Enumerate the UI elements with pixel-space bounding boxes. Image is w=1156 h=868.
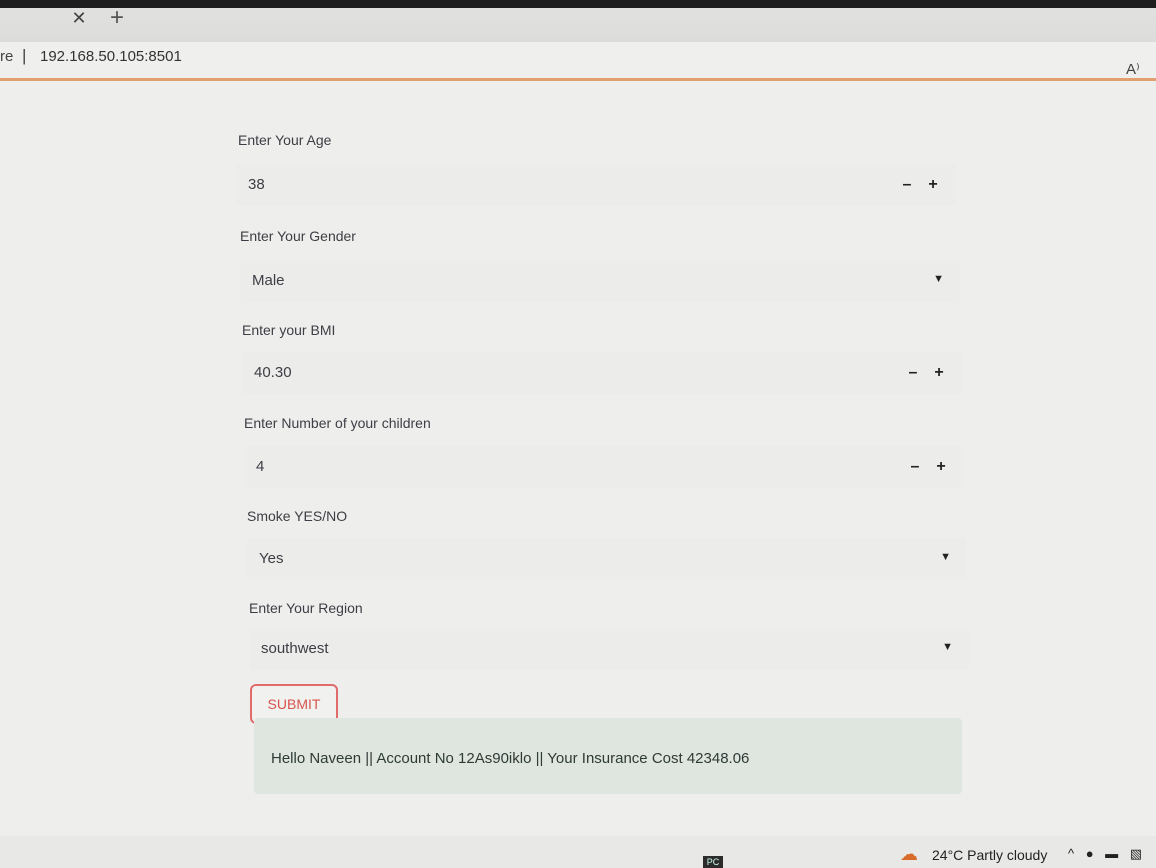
weather-icon[interactable]: ☁ <box>900 844 918 865</box>
result-message: Hello Naveen || Account No 12As90iklo ||… <box>271 750 750 767</box>
region-label: Enter Your Region <box>249 600 363 616</box>
smoker-label: Smoke YES/NO <box>247 508 348 524</box>
bmi-number-input[interactable]: 40.30 – + <box>242 352 962 394</box>
children-value[interactable]: 4 <box>256 458 264 475</box>
children-stepper[interactable]: – + <box>904 454 954 480</box>
browser-tab-bar: ✕ + <box>0 0 1156 42</box>
read-aloud-icon[interactable]: A⁾ <box>1126 60 1140 78</box>
bmi-increment-button[interactable]: + <box>928 360 950 386</box>
url-text[interactable]: 192.168.50.105:8501 <box>40 48 182 65</box>
gender-select[interactable]: Male ▼ <box>240 260 960 302</box>
bmi-decrement-button[interactable]: – <box>902 360 924 386</box>
pycharm-app-icon[interactable]: PC <box>703 856 723 868</box>
age-value[interactable]: 38 <box>248 176 265 193</box>
age-label: Enter Your Age <box>238 132 332 148</box>
age-stepper[interactable]: – + <box>896 172 946 198</box>
age-increment-button[interactable]: + <box>922 172 944 198</box>
children-increment-button[interactable]: + <box>930 454 952 480</box>
children-number-input[interactable]: 4 – + <box>244 446 964 488</box>
gender-value[interactable]: Male <box>252 272 285 289</box>
gender-label: Enter Your Gender <box>240 228 356 244</box>
region-value[interactable]: southwest <box>261 640 329 657</box>
loading-bar <box>0 78 1156 81</box>
smoker-select[interactable]: Yes ▼ <box>247 538 967 580</box>
chevron-down-icon[interactable]: ▼ <box>940 551 951 563</box>
weather-widget[interactable]: 24°C Partly cloudy <box>932 847 1047 863</box>
tab-bar-top-edge <box>0 0 1156 8</box>
bmi-label: Enter your BMI <box>242 322 336 338</box>
close-icon[interactable]: ✕ <box>70 8 88 28</box>
chevron-down-icon[interactable]: ▼ <box>933 273 944 285</box>
system-tray-icons[interactable]: ^ ● ▬ ▧ <box>1068 846 1146 862</box>
bmi-stepper[interactable]: – + <box>902 360 952 386</box>
address-separator: | <box>22 46 27 65</box>
children-decrement-button[interactable]: – <box>904 454 926 480</box>
plus-icon[interactable]: + <box>106 4 128 31</box>
address-partial-text: re <box>0 48 14 65</box>
bmi-value[interactable]: 40.30 <box>254 364 292 381</box>
result-message-box: Hello Naveen || Account No 12As90iklo ||… <box>254 718 962 794</box>
taskbar: PC ☁ 24°C Partly cloudy ^ ● ▬ ▧ <box>0 836 1156 868</box>
address-bar[interactable]: re | 192.168.50.105:8501 A⁾ <box>0 42 1156 80</box>
region-select[interactable]: southwest ▼ <box>249 628 969 670</box>
chevron-down-icon[interactable]: ▼ <box>942 641 953 653</box>
children-label: Enter Number of your children <box>244 415 431 431</box>
smoker-value[interactable]: Yes <box>259 550 283 567</box>
age-decrement-button[interactable]: – <box>896 172 918 198</box>
age-number-input[interactable]: 38 – + <box>236 164 956 206</box>
